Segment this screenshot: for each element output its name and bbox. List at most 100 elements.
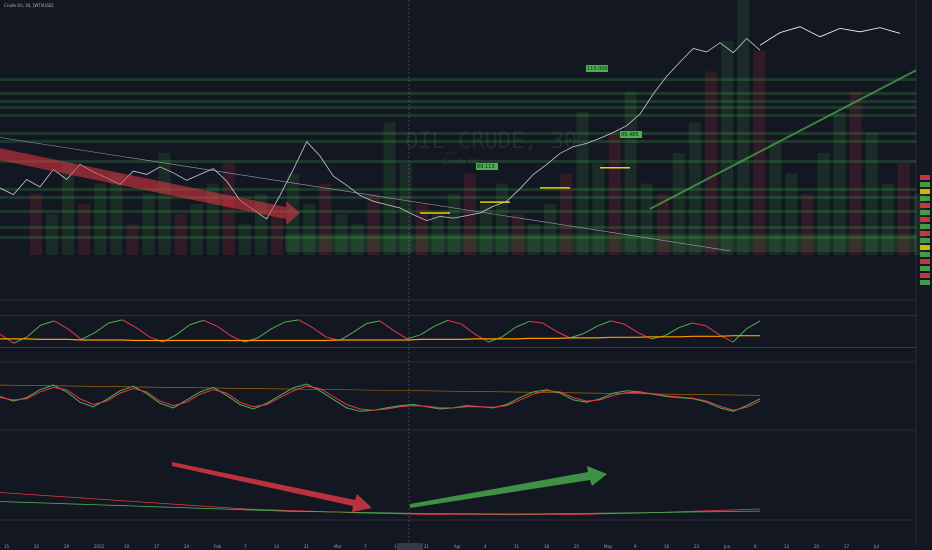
time-axis[interactable]: 15 22 29 2022 10 17 24 Feb 7 14 21 Mar 7 14 21 Apr 4 11 18… (4, 543, 879, 550)
time-axis-label: Jul (873, 544, 879, 549)
level-band (0, 132, 916, 135)
level-band (0, 114, 916, 117)
time-axis-label: 11 (514, 544, 520, 549)
oscillator-segment (556, 331, 571, 339)
volume-bar (849, 91, 862, 255)
axis-marker (920, 182, 930, 187)
volume-bar (447, 193, 460, 255)
oscillator-segment (230, 335, 245, 343)
level-band (0, 100, 916, 103)
volume-bar (705, 71, 717, 256)
price-pane: 110.000 99.485 89.113 (0, 0, 926, 256)
oscillator-segment (434, 319, 449, 327)
oscillator-segment (149, 336, 164, 343)
volume-bar (672, 153, 685, 255)
oscillator-segment (678, 322, 693, 329)
volume-bar (817, 153, 830, 255)
time-axis-label: 10 (124, 544, 130, 549)
volume-bar (190, 204, 203, 255)
time-axis-label: Apr (454, 544, 461, 549)
oscillator-segment (94, 322, 109, 333)
time-axis-label: 14 (274, 544, 280, 549)
time-axis-label: 16 (664, 544, 670, 549)
chart-canvas[interactable]: Crude Oil, 30, [WTI/USD] OIL_CRUDE, 30 C… (0, 0, 932, 550)
oscillator-segment (610, 320, 625, 325)
oscillator-segment (271, 321, 286, 330)
oscillator-segment (81, 332, 96, 340)
volume-bar (303, 204, 316, 255)
oscillator-segment (26, 324, 42, 338)
oscillator-segment (352, 323, 367, 333)
oscillator-segment (13, 336, 28, 344)
level-band (0, 78, 916, 81)
axis-marker (920, 210, 930, 215)
time-axis-label: 18 (544, 544, 550, 549)
volume-bar (833, 112, 846, 255)
oscillator-segment (569, 333, 584, 339)
volume-bar (78, 204, 91, 255)
volume-bar (624, 91, 637, 255)
volume-bar (126, 224, 139, 255)
time-axis-label: 25 (574, 544, 580, 549)
axis-marker (920, 273, 930, 278)
oscillator-segment (474, 333, 489, 343)
time-axis-label: 7 (244, 544, 247, 549)
time-axis-label: 6 (754, 544, 757, 549)
volume-bar (897, 163, 910, 255)
oscillator-segment (637, 332, 652, 340)
oscillator-segment (501, 326, 517, 338)
volume-bar (383, 122, 396, 256)
axis-marker (920, 217, 930, 222)
time-axis-label: 27 (844, 544, 850, 549)
trend-arrow-green (410, 466, 607, 508)
oscillator-pane-2 (0, 383, 761, 412)
volume-bar (431, 214, 444, 255)
time-axis-label: 17 (154, 544, 160, 549)
axis-marker (920, 245, 930, 250)
volume-bar (721, 40, 734, 255)
time-axis-label: 22 (34, 544, 40, 549)
time-axis-label: Mar (334, 544, 342, 549)
oscillator-segment (624, 323, 639, 333)
axis-marker (920, 266, 930, 271)
volume-bar (608, 132, 621, 255)
time-axis-label: 9 (634, 544, 637, 549)
oscillator-segment (393, 330, 408, 340)
oscillator-segment (339, 332, 354, 341)
level-band (0, 106, 916, 109)
level-band (0, 92, 916, 95)
oscillator-segment (54, 320, 69, 330)
pane-separators (0, 0, 917, 545)
volume-bar (544, 204, 557, 255)
volume-bar (560, 173, 573, 255)
oscillator-segment (189, 319, 204, 326)
volume-bar (351, 224, 364, 255)
oscillator-segment (311, 326, 327, 338)
volume-bar (785, 173, 798, 255)
time-axis-label: 7 (364, 544, 367, 549)
time-axis-label: 21 (304, 544, 310, 549)
axis-marker (920, 231, 930, 236)
volume-bar (801, 193, 814, 255)
volume-bar (592, 163, 605, 255)
time-axis-label: May (604, 544, 613, 549)
axis-marker (920, 238, 930, 243)
oscillator-segment (583, 325, 598, 335)
price-label: 110.000 (587, 66, 608, 72)
volume-bar (576, 112, 589, 255)
oscillator-segment (284, 319, 299, 323)
time-axis-label: 23 (694, 544, 700, 549)
axis-marker (920, 280, 930, 285)
oscillator-segment (461, 323, 476, 335)
oscillator-segment (121, 319, 136, 328)
axis-marker (920, 175, 930, 180)
volume-bar (222, 163, 235, 255)
volume-bar (142, 193, 155, 255)
volume-bar (46, 214, 59, 255)
oscillator-segment (67, 328, 82, 340)
oscillator-segment (447, 319, 462, 325)
oscillator-segment (705, 325, 720, 336)
axis-marker (920, 203, 930, 208)
volume-bar (319, 183, 332, 255)
oscillator-pane-3 (0, 462, 761, 516)
